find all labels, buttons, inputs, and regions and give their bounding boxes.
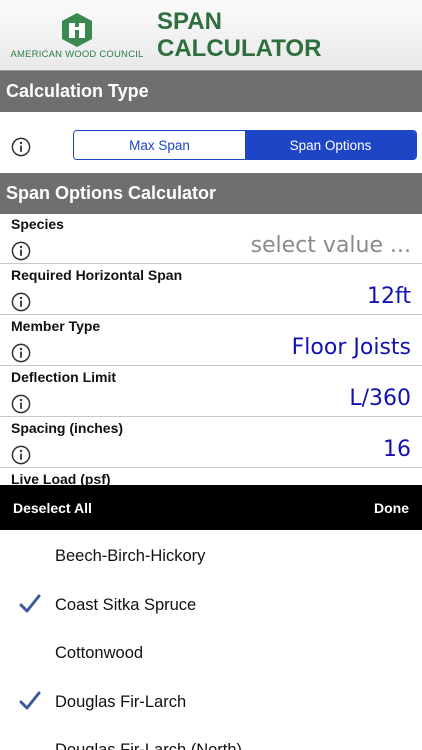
info-icon[interactable] [11, 241, 31, 261]
calculator-heading: Span Options Calculator [0, 173, 422, 214]
info-icon[interactable] [11, 343, 31, 363]
app-title-line1: SPAN [157, 8, 222, 35]
species-value[interactable]: select value ... [251, 233, 411, 258]
info-icon[interactable] [11, 137, 31, 157]
field-species[interactable]: Species select value ... [0, 213, 422, 264]
species-option-label: Coast Sitka Spruce [55, 596, 197, 614]
org-name: AMERICAN WOOD COUNCIL [10, 49, 144, 60]
field-label: Species [11, 216, 64, 232]
field-label: Member Type [11, 318, 101, 334]
app-header: AMERICAN WOOD COUNCIL SPAN CALCULATOR [0, 0, 422, 71]
species-option-label: Douglas Fir-Larch (North) [55, 741, 243, 750]
species-option[interactable]: Beech-Birch-Hickory [0, 532, 422, 580]
done-button[interactable]: Done [374, 500, 409, 516]
checkmark-icon [19, 691, 41, 710]
species-option[interactable]: Coast Sitka Spruce [0, 581, 422, 629]
calculation-type-heading: Calculation Type [0, 71, 422, 112]
field-label: Required Horizontal Span [11, 267, 183, 283]
segment-span-options[interactable]: Span Options [245, 131, 416, 159]
spacing-value[interactable]: 16 [383, 437, 411, 462]
awc-logo-icon [62, 13, 92, 47]
calculation-type-control[interactable]: Max Span Span Options [73, 130, 417, 160]
species-picker-list[interactable]: Beech-Birch-Hickory Coast Sitka Spruce C… [0, 530, 422, 750]
species-option-label: Beech-Birch-Hickory [55, 547, 206, 565]
species-option[interactable]: Cottonwood [0, 629, 422, 677]
field-label: Spacing (inches) [11, 420, 124, 436]
species-option[interactable]: Douglas Fir-Larch (North) [0, 726, 422, 750]
member-type-value[interactable]: Floor Joists [292, 335, 411, 360]
awc-logo: AMERICAN WOOD COUNCIL [10, 12, 144, 62]
app-title: SPAN CALCULATOR [157, 8, 357, 62]
field-required-horizontal-span[interactable]: Required Horizontal Span 12ft [0, 264, 422, 315]
info-icon[interactable] [11, 394, 31, 414]
checkmark-icon [19, 594, 41, 613]
picker-toolbar: Deselect All Done [0, 485, 422, 530]
field-label: Deflection Limit [11, 369, 117, 385]
species-option-label: Douglas Fir-Larch [55, 693, 187, 711]
species-option-label: Cottonwood [55, 644, 144, 662]
info-icon[interactable] [11, 445, 31, 465]
deflection-limit-value[interactable]: L/360 [349, 386, 411, 411]
field-member-type[interactable]: Member Type Floor Joists [0, 315, 422, 366]
app-title-line2: CALCULATOR [157, 35, 322, 62]
species-option[interactable]: Douglas Fir-Larch [0, 678, 422, 726]
field-deflection-limit[interactable]: Deflection Limit L/360 [0, 366, 422, 417]
deselect-all-button[interactable]: Deselect All [13, 500, 92, 516]
segment-max-span[interactable]: Max Span [74, 131, 245, 159]
span-value[interactable]: 12ft [367, 284, 411, 309]
info-icon[interactable] [11, 292, 31, 312]
field-spacing[interactable]: Spacing (inches) 16 [0, 417, 422, 468]
